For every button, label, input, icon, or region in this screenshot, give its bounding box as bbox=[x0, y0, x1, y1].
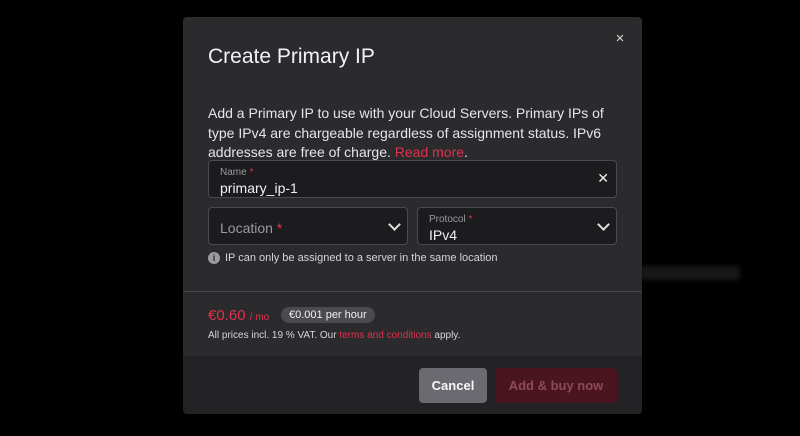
name-field-label: Name * bbox=[220, 167, 254, 178]
price-unit: / mo bbox=[249, 312, 270, 323]
vat-note: All prices incl. 19 % VAT. Our terms and… bbox=[208, 330, 461, 341]
protocol-field-label: Protocol * bbox=[429, 214, 473, 225]
terms-link[interactable]: terms and conditions bbox=[339, 330, 431, 341]
info-icon: i bbox=[208, 252, 220, 264]
dialog-description: Add a Primary IP to use with your Cloud … bbox=[208, 104, 618, 163]
chevron-down-icon bbox=[388, 218, 401, 231]
location-placeholder: Location * bbox=[220, 220, 283, 236]
section-divider bbox=[183, 291, 642, 292]
location-hint: i IP can only be assigned to a server in… bbox=[208, 252, 498, 264]
location-select[interactable]: Location * bbox=[208, 207, 408, 245]
name-field[interactable]: Name * primary_ip-1 ✕ bbox=[208, 160, 617, 198]
monthly-price: €0.60 / mo bbox=[208, 307, 270, 324]
hourly-price-badge: €0.001 per hour bbox=[281, 307, 375, 323]
protocol-field-value: IPv4 bbox=[429, 227, 458, 243]
dialog-title: Create Primary IP bbox=[208, 45, 375, 68]
create-primary-ip-dialog: × Create Primary IP Add a Primary IP to … bbox=[183, 17, 642, 414]
background-blurred-content bbox=[640, 266, 740, 280]
clear-icon[interactable]: ✕ bbox=[597, 170, 609, 187]
add-and-buy-button[interactable]: Add & buy now bbox=[495, 368, 617, 403]
read-more-link[interactable]: Read more bbox=[395, 144, 464, 160]
protocol-select[interactable]: Protocol * IPv4 bbox=[417, 207, 617, 245]
cancel-button[interactable]: Cancel bbox=[419, 368, 487, 403]
name-field-value: primary_ip-1 bbox=[220, 180, 298, 196]
description-period: . bbox=[464, 144, 468, 160]
close-icon[interactable]: × bbox=[612, 31, 628, 47]
hint-text: IP can only be assigned to a server in t… bbox=[225, 252, 498, 264]
dialog-footer: Cancel Add & buy now bbox=[183, 356, 642, 414]
chevron-down-icon bbox=[597, 218, 610, 231]
